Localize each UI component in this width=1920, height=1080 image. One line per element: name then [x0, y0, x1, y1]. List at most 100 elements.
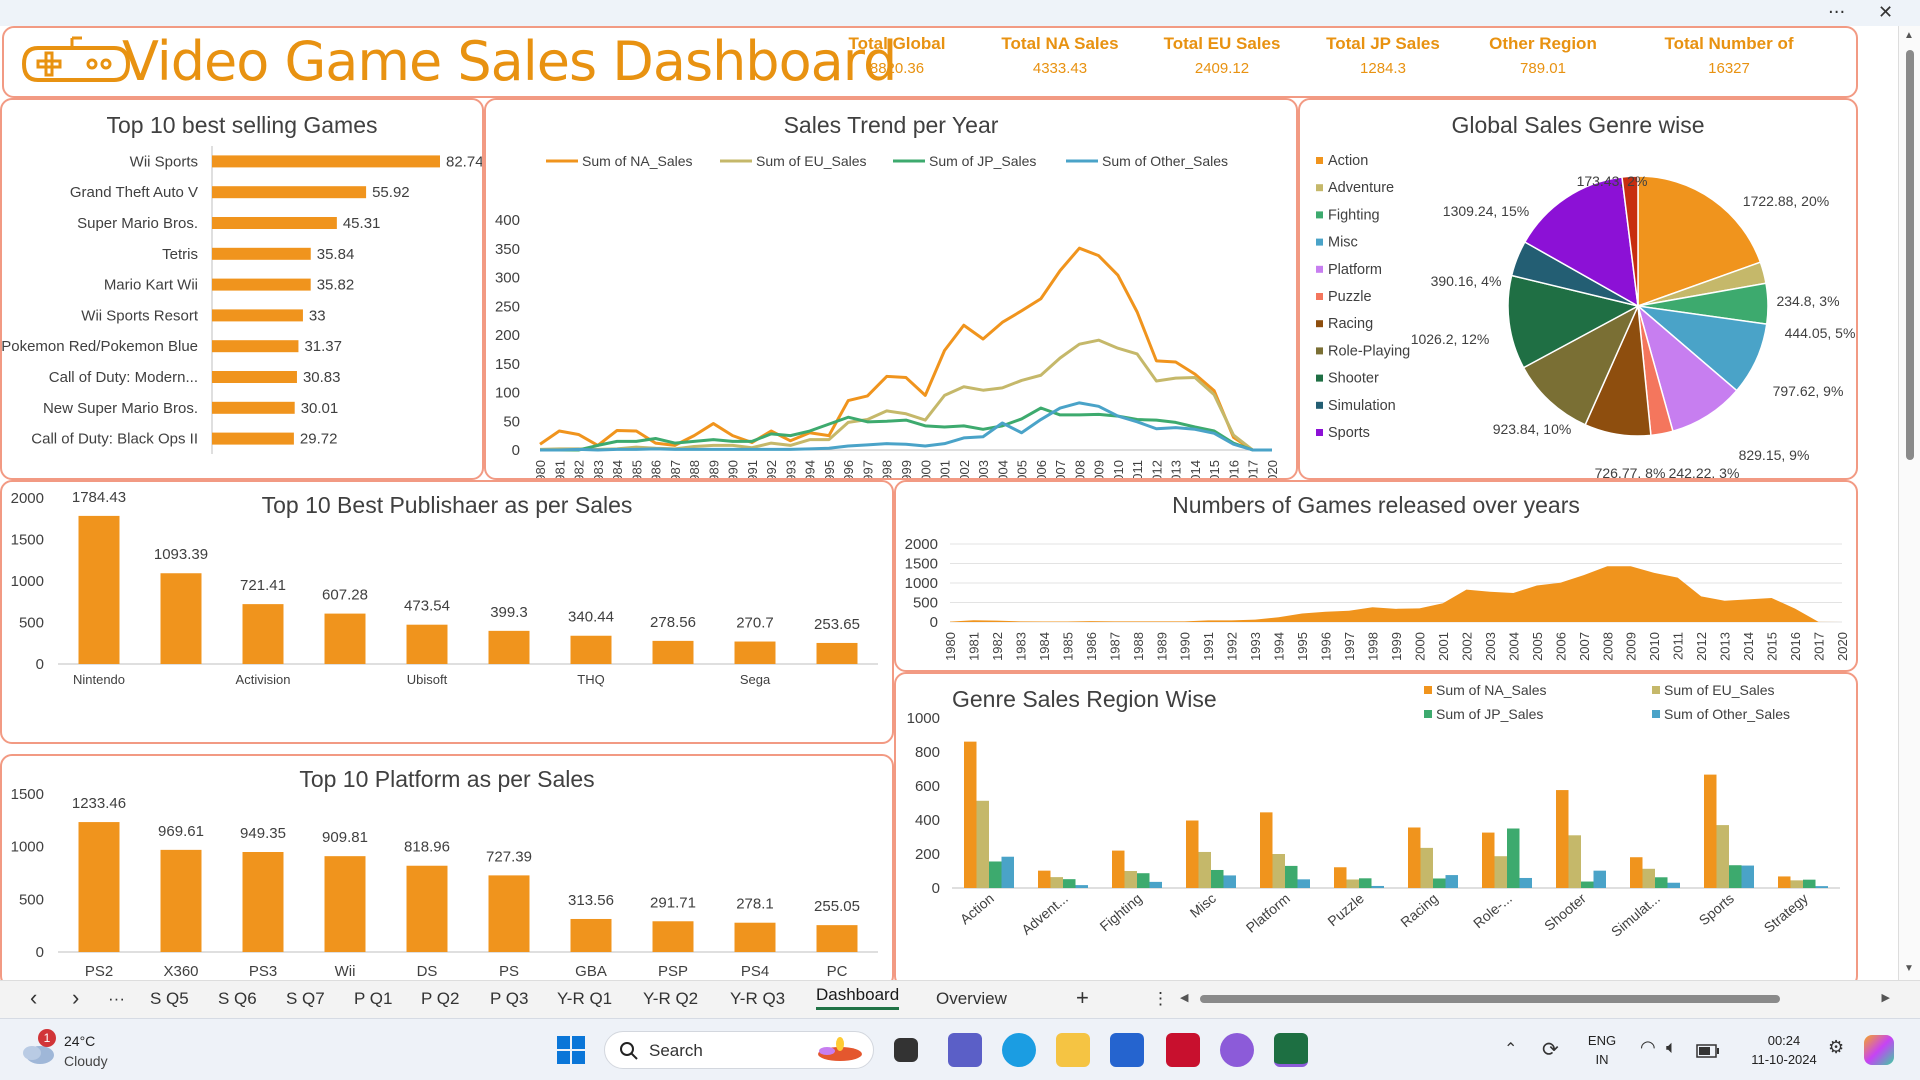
sheet-options-button[interactable]: ⋮ — [1152, 989, 1169, 1009]
show-hidden-icons-chevron-icon[interactable]: ⌃ — [1504, 1039, 1517, 1059]
scroll-down-arrow[interactable]: ▼ — [1904, 963, 1914, 974]
x-tick-label: 1990 — [1178, 632, 1193, 661]
task-view-icon[interactable] — [894, 1038, 918, 1062]
tab-overview[interactable]: Overview — [936, 989, 1007, 1009]
scroll-up-arrow[interactable]: ▲ — [1904, 30, 1914, 41]
category-label: THQ — [577, 672, 604, 687]
excel-icon[interactable] — [1274, 1033, 1308, 1067]
bar-Puzzle-2 — [1346, 879, 1359, 888]
windows-start-icon[interactable] — [556, 1035, 586, 1065]
teams-icon[interactable] — [948, 1033, 982, 1067]
more-options-button[interactable]: ··· — [1828, 2, 1845, 23]
tab-y-r-q1[interactable]: Y-R Q1 — [557, 989, 612, 1009]
legend-swatch — [1424, 710, 1432, 718]
data-label: 313.56 — [568, 892, 614, 909]
kpi-total-global: Total Global 8820.36 — [848, 34, 946, 77]
tab-s-q7[interactable]: S Q7 — [286, 989, 325, 1009]
category-label: New Super Mario Bros. — [43, 400, 198, 417]
sync-icon[interactable]: ⟳ — [1542, 1037, 1559, 1062]
y-tick-label: 400 — [495, 212, 520, 229]
bar-Strategy-3 — [1803, 879, 1816, 888]
battery-icon[interactable] — [1696, 1044, 1720, 1058]
tab-p-q2[interactable]: P Q2 — [421, 989, 459, 1009]
y-tick-label: 0 — [930, 614, 938, 631]
edge-browser-icon[interactable] — [1002, 1033, 1036, 1067]
x-tick-label: 2016 — [1226, 460, 1241, 480]
bar-Action-2 — [976, 800, 989, 888]
bar-Simulat...-2 — [1642, 868, 1655, 888]
add-sheet-button[interactable]: + — [1076, 985, 1089, 1011]
x-tick-label: 2016 — [1788, 632, 1803, 661]
series-line-4 — [540, 401, 1272, 452]
category-label: Simulat... — [1608, 890, 1663, 940]
genre-region-panel[interactable]: Genre Sales Region Wise 0 200 400 600 800 100… — [894, 672, 1858, 988]
tab-p-q1[interactable]: P Q1 — [354, 989, 392, 1009]
bar-Simulat...-4 — [1667, 882, 1680, 888]
horizontal-scrollbar[interactable]: ◀ ▶ — [1180, 991, 1890, 1007]
category-label: GBA — [575, 963, 607, 980]
prev-sheet-button[interactable]: ‹ — [30, 985, 37, 1011]
legend-label: Sum of Other_Sales — [1664, 706, 1790, 722]
category-label: Puzzle — [1324, 890, 1367, 929]
x-tick-label: 2012 — [1694, 632, 1709, 661]
microsoft-store-icon[interactable] — [1110, 1033, 1144, 1067]
bar-Racing-1 — [1408, 827, 1421, 888]
search-icon — [620, 1042, 638, 1060]
scroll-thumb[interactable] — [1906, 50, 1914, 460]
horizontal-scroll-thumb[interactable] — [1200, 995, 1780, 1003]
legend-label: Platform — [1328, 262, 1382, 278]
y-tick-label: 600 — [915, 778, 940, 795]
scroll-left-arrow[interactable]: ◀ — [1180, 991, 1188, 1004]
scroll-right-arrow[interactable]: ▶ — [1882, 991, 1890, 1004]
tab-p-q3[interactable]: P Q3 — [490, 989, 528, 1009]
kpi-total-eu-sales: Total EU Sales 2409.12 — [1163, 34, 1281, 77]
top-platforms-panel[interactable]: Top 10 Platform as per Sales 0 500 1000 150… — [0, 754, 894, 988]
data-label: 31.37 — [304, 338, 342, 355]
games-released-panel[interactable]: Numbers of Games released over years 0 50… — [894, 480, 1858, 672]
genre-pie-chart: 1722.88, 20% 234.8, 3% 444.05, 5% 797.62, 9… — [1316, 153, 1855, 478]
bar-5 — [406, 865, 448, 952]
legend-swatch — [1316, 401, 1323, 409]
x-tick-label: 2003 — [1483, 632, 1498, 661]
legend-label: Puzzle — [1328, 289, 1372, 305]
bar-Misc-2 — [1198, 851, 1211, 888]
mcafee-icon[interactable] — [1166, 1033, 1200, 1067]
tab-s-q6[interactable]: S Q6 — [218, 989, 257, 1009]
top-games-panel[interactable]: Top 10 best selling Games Wii Sports 82.7… — [0, 98, 484, 480]
wifi-icon[interactable]: ◠ — [1640, 1037, 1656, 1058]
cortana-icon[interactable] — [1220, 1033, 1254, 1067]
legend-swatch — [1316, 374, 1323, 382]
data-label: 255.05 — [814, 898, 860, 915]
x-tick-label: 1984 — [1037, 632, 1052, 661]
file-explorer-icon[interactable] — [1056, 1033, 1090, 1067]
tab-s-q5[interactable]: S Q5 — [150, 989, 189, 1009]
y-tick-label: 100 — [495, 385, 520, 402]
sales-trend-panel[interactable]: Sales Trend per Year 0 50 100 150 200 250 300 3… — [484, 98, 1298, 480]
bar-4 — [212, 247, 311, 260]
close-button[interactable]: ✕ — [1878, 2, 1893, 23]
copilot-icon[interactable] — [1864, 1035, 1894, 1065]
x-tick-label: 1980 — [943, 632, 958, 661]
tab-dashboard[interactable]: Dashboard — [816, 985, 900, 1010]
x-tick-label: 1983 — [591, 460, 606, 480]
category-label: Activision — [236, 672, 291, 687]
next-sheet-button[interactable]: › — [72, 985, 79, 1011]
genre-pie-panel[interactable]: Global Sales Genre wise 1722.88, 20% 234.… — [1298, 98, 1858, 480]
top-publishers-panel[interactable]: Top 10 Best Publishaer as per Sales 0 500… — [0, 480, 894, 744]
language-indicator[interactable]: ENG IN — [1584, 1031, 1620, 1069]
notification-settings-icon[interactable]: ⚙︎ — [1828, 1037, 1844, 1058]
weather-widget[interactable]: 1 24°C Cloudy — [20, 1029, 150, 1073]
legend-label: Role-Playing — [1328, 343, 1410, 359]
taskbar-search[interactable]: Search — [604, 1031, 874, 1069]
bar-3 — [242, 604, 284, 664]
volume-icon[interactable]: 🔈︎ — [1666, 1037, 1677, 1058]
clock[interactable]: 00:24 11-10-2024 — [1740, 1031, 1828, 1069]
x-tick-label: 1994 — [803, 460, 818, 480]
vertical-scrollbar[interactable]: ▲ ▼ — [1898, 26, 1920, 980]
x-tick-label: 1993 — [783, 460, 798, 480]
tab-y-r-q2[interactable]: Y-R Q2 — [643, 989, 698, 1009]
more-sheets-button[interactable]: ··· — [108, 989, 125, 1009]
tab-y-r-q3[interactable]: Y-R Q3 — [730, 989, 785, 1009]
bar-Fighting-4 — [1149, 881, 1162, 888]
y-tick-label: 400 — [915, 812, 940, 829]
